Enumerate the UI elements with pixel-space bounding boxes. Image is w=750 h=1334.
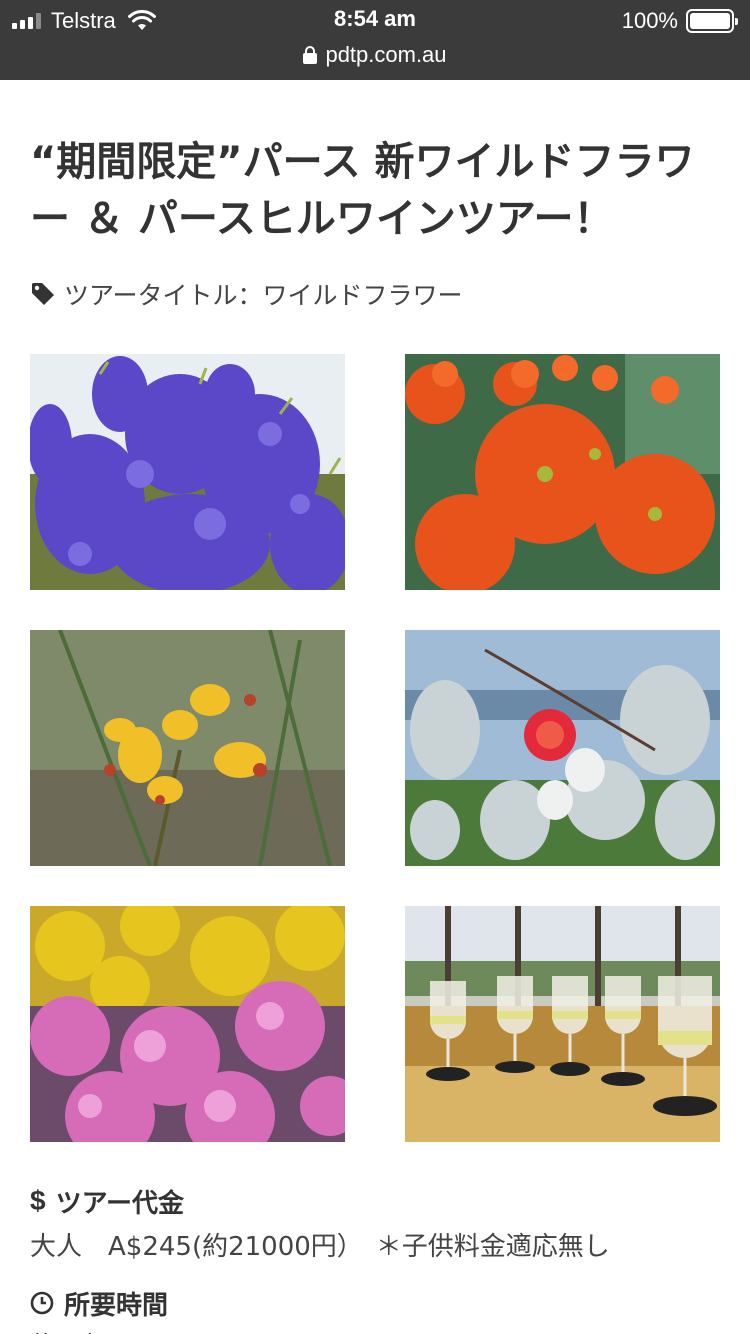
tag-icon xyxy=(32,283,54,305)
price-heading: $ ツアー代金 xyxy=(30,1184,185,1219)
tag-label[interactable]: ツアータイトル：ワイルドフラワー xyxy=(64,276,463,312)
page-title: “期間限定”パース 新ワイルドフラワー ＆ パースヒルワインツアー！ xyxy=(30,139,695,242)
price-heading-text: ツアー代金 xyxy=(55,1188,185,1219)
status-bar: Telstra 8:54 am 100% pdtp.com.au xyxy=(0,0,750,80)
clock-icon xyxy=(30,1291,54,1315)
duration-detail: 約7時間 xyxy=(30,1326,125,1334)
price-detail: 大人 A$245(約21000円） ＊子供料金適応無し xyxy=(30,1232,610,1262)
battery-percent: 100% xyxy=(621,8,678,33)
photo-yellow-orchid[interactable] xyxy=(30,630,345,866)
duration-heading: 所要時間 xyxy=(30,1286,169,1321)
address-bar[interactable]: pdtp.com.au xyxy=(0,40,750,70)
photo-red-eucalyptus[interactable] xyxy=(405,630,720,866)
photo-purple-wildflowers[interactable] xyxy=(30,354,345,590)
photo-red-gum-blossom[interactable] xyxy=(405,354,720,590)
dollar-icon: $ xyxy=(30,1185,46,1216)
battery-icon xyxy=(686,9,738,33)
url-text[interactable]: pdtp.com.au xyxy=(325,42,446,68)
tag-line[interactable]: ツアータイトル：ワイルドフラワー xyxy=(30,278,463,310)
photo-wine-tasting[interactable] xyxy=(405,906,720,1142)
duration-heading-text: 所要時間 xyxy=(64,1290,169,1321)
status-right: 100% xyxy=(621,8,738,34)
photo-pink-yellow-field[interactable] xyxy=(30,906,345,1142)
lock-icon xyxy=(303,46,318,64)
